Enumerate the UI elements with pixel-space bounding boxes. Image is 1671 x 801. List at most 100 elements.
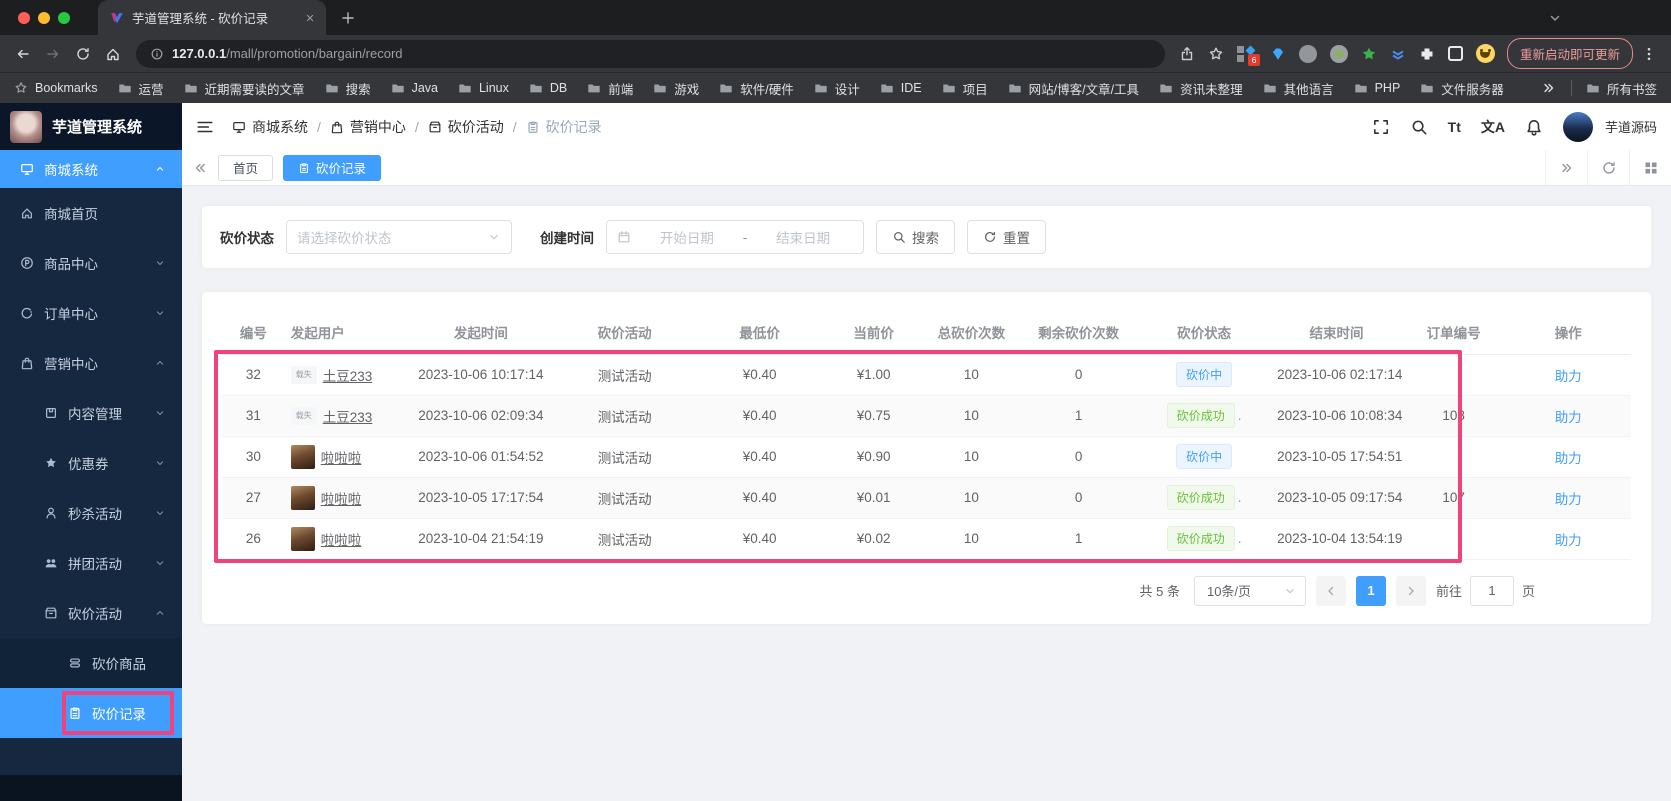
back-button[interactable] [8,39,38,69]
chrome-home-button[interactable] [98,39,128,69]
user-avatar[interactable] [1562,111,1593,142]
tab-manager-extension-icon[interactable]: 6 [1236,45,1260,66]
tabs-scroll-right-icon[interactable] [1545,150,1587,185]
reload-button[interactable] [68,39,98,69]
sidebar-item-砍价活动[interactable]: 砍价活动 [0,588,182,638]
sidebar-item-内容管理[interactable]: 内容管理 [0,388,182,438]
assist-action-link[interactable]: 助力 [1555,492,1582,507]
sidebar-item-拼团活动[interactable]: 拼团活动 [0,538,182,588]
bookmark-folder[interactable]: IDE [880,79,922,98]
sidebar-item-商品中心[interactable]: 商品中心 [0,238,182,288]
bookmark-folder[interactable]: 其他语言 [1263,79,1334,98]
status-select[interactable]: 请选择砍价状态 [286,220,512,254]
bookmark-folder-label: 文件服务器 [1441,82,1504,97]
bookmark-folder[interactable]: 设计 [814,79,860,98]
new-tab-button[interactable] [340,10,356,26]
assist-action-link[interactable]: 助力 [1555,369,1582,384]
prev-page-button[interactable] [1315,575,1346,606]
user-name-link[interactable]: 啦啦啦 [321,529,362,549]
sidebar-item-秒杀活动[interactable]: 秒杀活动 [0,488,182,538]
reset-button[interactable]: 重置 [967,220,1046,254]
profile-avatar-icon[interactable] [1475,44,1495,63]
sidebar-item-商城系统[interactable]: 商城系统 [0,150,182,188]
goto-page-input[interactable] [1469,575,1514,606]
user-name-link[interactable]: 啦啦啦 [321,488,362,508]
bookmark-folder[interactable]: 软件/硬件 [719,79,794,98]
gray-extension-icon[interactable] [1298,44,1317,63]
date-range-input[interactable]: 开始日期 - 结束日期 [606,220,864,254]
blue-layers-extension-icon[interactable] [1390,46,1406,62]
breadcrumb-item-营销中心[interactable]: 营销中心 [330,117,406,137]
bookmarks-overflow-icon[interactable] [1541,80,1557,96]
sidebar-item-营销中心[interactable]: 营销中心 [0,338,182,388]
side-panel-icon[interactable] [1447,46,1463,61]
bookmark-folder[interactable]: Java [391,79,438,98]
refresh-tab-icon[interactable] [1587,150,1629,185]
bookmark-folder[interactable]: 项目 [942,79,988,98]
cell-value: ¥0.02 [856,531,891,546]
user-name-link[interactable]: 土豆233 [323,365,373,385]
tab-home[interactable]: 首页 [218,154,274,181]
locale-icon[interactable]: 文A [1481,117,1505,137]
zoom-window-button[interactable] [58,11,70,24]
breadcrumb-item-砍价记录[interactable]: 砍价记录 [526,117,602,137]
tab-options-grid-icon[interactable] [1629,150,1671,185]
bookmark-folder[interactable]: 近期需要读的文章 [184,79,305,98]
bookmark-folder[interactable]: 前端 [587,79,633,98]
all-bookmarks-folder[interactable]: 所有书签 [1586,79,1657,98]
assist-action-link[interactable]: 助力 [1555,410,1582,425]
bell-icon[interactable] [1525,118,1543,136]
sidebar-item-砍价商品[interactable]: 砍价商品 [0,638,182,688]
user-name[interactable]: 芋道源码 [1605,117,1657,136]
minimize-window-button[interactable] [38,11,50,24]
bookmarks-root[interactable]: Bookmarks [14,81,98,95]
search-icon[interactable] [1410,118,1428,136]
bookmark-star-icon[interactable] [1208,46,1224,62]
close-window-button[interactable] [18,11,30,24]
cell-value: 0 [1074,490,1083,505]
bookmark-folder[interactable]: Linux [458,79,509,98]
assist-action-link[interactable]: 助力 [1555,533,1582,548]
sidebar-item-砍价记录[interactable]: 砍价记录 [0,688,182,738]
breadcrumb-item-砍价活动[interactable]: 砍价活动 [428,117,504,137]
browser-tab[interactable]: 芋道管理系统 - 砍价记录 [98,0,326,35]
app-logo[interactable]: 芋道管理系统 [0,103,182,150]
close-tab-icon[interactable] [304,12,316,24]
bookmark-folder[interactable]: PHP [1354,79,1400,98]
user-name-link[interactable]: 啦啦啦 [321,447,362,467]
sidebar-item-订单中心[interactable]: 订单中心 [0,288,182,338]
address-bar[interactable]: 127.0.0.1/mall/promotion/bargain/record [136,39,1165,68]
forward-button[interactable] [38,39,68,69]
chrome-update-button[interactable]: 重新启动即可更新 [1506,38,1633,69]
bookmark-folder[interactable]: 游戏 [653,79,699,98]
green-star-extension-icon[interactable] [1361,46,1377,62]
tab-bargain-record[interactable]: 砍价记录 [283,154,382,181]
share-icon[interactable] [1179,46,1195,62]
gem-extension-icon[interactable] [1270,46,1286,62]
bookmark-folder[interactable]: 文件服务器 [1420,79,1504,98]
chevron-down-icon [154,407,166,419]
puzzle-extensions-icon[interactable] [1419,46,1435,62]
gray-green-extension-icon[interactable] [1329,44,1348,63]
bookmark-folder[interactable]: 搜索 [325,79,371,98]
page-size-select[interactable]: 10条/页 [1193,575,1306,606]
breadcrumb-item-商城系统[interactable]: 商城系统 [232,117,308,137]
chrome-menu-icon[interactable] [1641,46,1657,62]
bookmark-folder[interactable]: 资讯未整理 [1159,79,1243,98]
assist-action-link[interactable]: 助力 [1555,451,1582,466]
user-name-link[interactable]: 土豆233 [323,406,373,426]
collapse-menu-icon[interactable] [196,118,214,136]
search-button[interactable]: 搜索 [876,220,955,254]
sidebar-item-商城首页[interactable]: 商城首页 [0,188,182,238]
bookmark-folder[interactable]: 运营 [118,79,164,98]
tabs-scroll-left-icon[interactable] [182,160,218,176]
sidebar-item-优惠券[interactable]: 优惠券 [0,438,182,488]
fullscreen-icon[interactable] [1372,118,1390,136]
tab-search-chevron-icon[interactable] [1547,10,1563,26]
bookmark-folder[interactable]: 网站/博客/文章/工具 [1008,79,1139,98]
font-size-icon[interactable]: Tt [1448,119,1461,135]
site-info-icon[interactable] [150,47,164,61]
next-page-button[interactable] [1395,575,1426,606]
bookmark-folder[interactable]: DB [529,79,567,98]
page-1-button[interactable]: 1 [1355,575,1386,606]
